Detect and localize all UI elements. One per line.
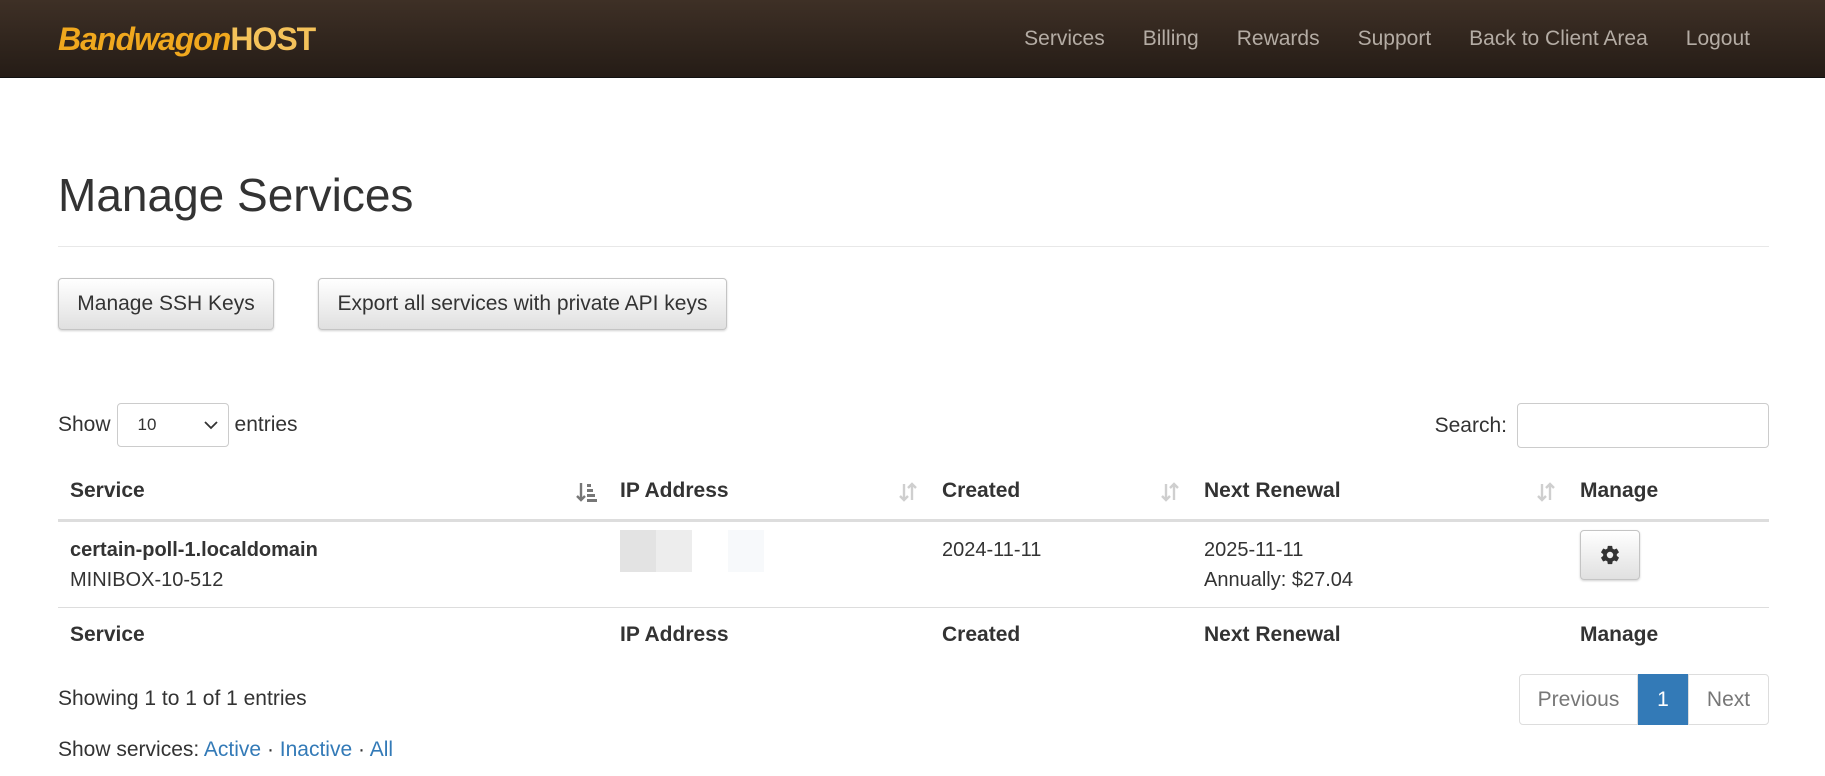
nav-logout[interactable]: Logout	[1686, 27, 1750, 51]
manage-service-button[interactable]	[1580, 529, 1640, 580]
filter-active-link[interactable]: Active	[204, 738, 261, 761]
column-header-manage: Manage	[1568, 463, 1769, 522]
footer-manage: Manage	[1580, 623, 1659, 647]
entries-length-control: Show 10 entries	[58, 403, 298, 447]
nav-support[interactable]: Support	[1358, 27, 1432, 51]
brand-logo[interactable]: BandwagonHOST	[58, 21, 316, 58]
show-label: Show	[58, 413, 111, 436]
table-row: certain-poll-1.localdomain MINIBOX-10-51…	[58, 520, 1769, 608]
column-header-label: Created	[942, 478, 1021, 502]
page-1-button[interactable]: 1	[1638, 674, 1688, 725]
gear-icon	[1601, 545, 1619, 564]
sort-ascending-icon	[576, 483, 597, 502]
table-header-row: Service IP Address Created Next Renewal …	[58, 463, 1769, 522]
pagination: Previous 1 Next	[1519, 674, 1769, 725]
manage-ssh-keys-button[interactable]: Manage SSH Keys	[58, 278, 274, 330]
filter-inactive-link[interactable]: Inactive	[280, 738, 352, 761]
column-header-created[interactable]: Created	[930, 463, 1192, 522]
entries-select-value: 10	[137, 415, 157, 434]
nav-services[interactable]: Services	[1024, 27, 1105, 51]
entries-label: entries	[234, 413, 298, 436]
filter-separator: ·	[358, 738, 365, 761]
footer-next-renewal: Next Renewal	[1204, 623, 1341, 647]
next-renewal-cell: 2025-11-11 Annually: $27.04	[1192, 520, 1568, 608]
service-cell: certain-poll-1.localdomain MINIBOX-10-51…	[58, 520, 608, 608]
nav-rewards[interactable]: Rewards	[1237, 27, 1320, 51]
search-input[interactable]	[1517, 403, 1769, 448]
column-header-label: IP Address	[620, 478, 729, 502]
table-info: Showing 1 to 1 of 1 entries	[58, 687, 307, 710]
table-footer-row: Service IP Address Created Next Renewal …	[58, 607, 1769, 663]
column-header-label: Manage	[1580, 478, 1659, 502]
footer-ip-address: IP Address	[620, 623, 729, 647]
manage-cell	[1568, 520, 1769, 608]
title-divider	[58, 246, 1769, 247]
column-header-label: Service	[70, 478, 145, 502]
brand-logo-part2: HOST	[230, 21, 316, 57]
service-name: certain-poll-1.localdomain	[70, 538, 318, 561]
renewal-price: Annually: $27.04	[1204, 568, 1354, 591]
renewal-date: 2025-11-11	[1204, 538, 1304, 561]
created-cell: 2024-11-11	[930, 520, 1192, 608]
footer-service: Service	[70, 623, 145, 647]
column-header-ip-address[interactable]: IP Address	[608, 463, 930, 522]
main-nav: Services Billing Rewards Support Back to…	[1024, 0, 1825, 78]
service-plan: MINIBOX-10-512	[70, 568, 224, 591]
filter-label: Show services:	[58, 738, 200, 761]
table-search: Search:	[1435, 403, 1769, 448]
column-header-service[interactable]: Service	[58, 463, 608, 522]
ip-address-cell	[608, 520, 930, 608]
column-header-label: Next Renewal	[1204, 478, 1341, 502]
next-page-button[interactable]: Next	[1688, 674, 1769, 725]
sort-icon	[1161, 482, 1179, 502]
services-table: Service IP Address Created Next Renewal …	[58, 463, 1769, 663]
footer-created: Created	[942, 623, 1021, 647]
ip-address-redacted	[620, 529, 918, 572]
export-services-button[interactable]: Export all services with private API key…	[318, 278, 727, 330]
sort-icon	[1537, 482, 1555, 502]
nav-back-to-client-area[interactable]: Back to Client Area	[1469, 27, 1648, 51]
filter-all-link[interactable]: All	[370, 738, 393, 761]
brand-logo-part1: Bandwagon	[58, 21, 231, 57]
entries-select[interactable]: 10	[116, 403, 229, 447]
filter-separator: ·	[266, 738, 274, 761]
top-navbar: BandwagonHOST Services Billing Rewards S…	[0, 0, 1825, 78]
search-label: Search:	[1434, 413, 1507, 437]
nav-billing[interactable]: Billing	[1143, 27, 1199, 51]
previous-page-button[interactable]: Previous	[1519, 674, 1638, 725]
page-title: Manage Services	[58, 169, 414, 221]
chevron-down-icon	[203, 421, 218, 430]
sort-icon	[899, 482, 917, 502]
column-header-next-renewal[interactable]: Next Renewal	[1192, 463, 1568, 522]
service-status-filter: Show services: Active · Inactive · All	[58, 738, 393, 762]
